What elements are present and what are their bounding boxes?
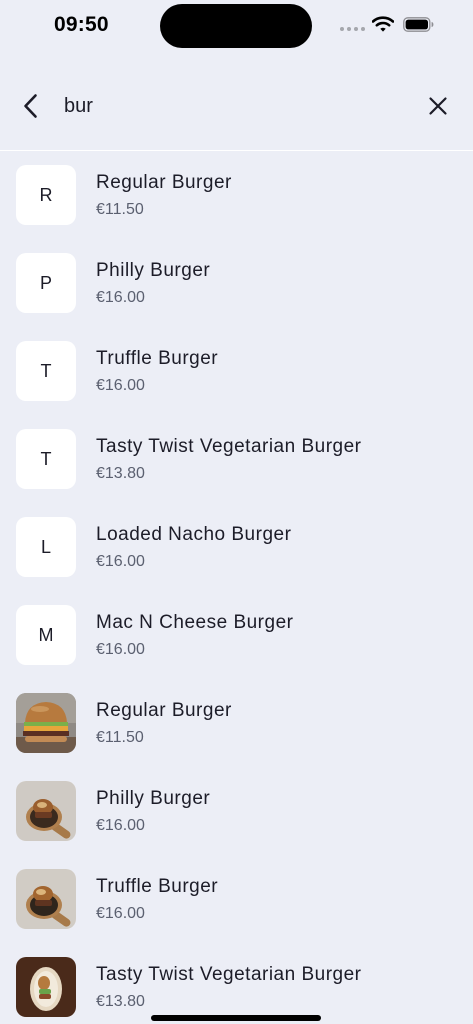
item-price: €16.00 xyxy=(96,905,145,922)
item-price: €16.00 xyxy=(96,553,145,570)
result-item[interactable]: P Philly Burger €16.00 xyxy=(0,240,473,328)
search-screen: 09:50 R Regular Burger xyxy=(0,0,473,1024)
result-item[interactable]: Regular Burger €11.50 xyxy=(0,680,473,768)
item-price: €13.80 xyxy=(96,993,145,1010)
item-price: €16.00 xyxy=(96,289,145,306)
signal-icon xyxy=(340,27,365,31)
result-item[interactable]: R Regular Burger €11.50 xyxy=(0,152,473,240)
item-initial-tile: P xyxy=(16,253,76,313)
clear-search-button[interactable] xyxy=(424,92,452,120)
item-initial-tile: T xyxy=(16,341,76,401)
item-name: Philly Burger xyxy=(96,788,211,809)
battery-icon xyxy=(403,17,434,32)
item-name: Mac N Cheese Burger xyxy=(96,612,294,633)
item-name: Tasty Twist Vegetarian Burger xyxy=(96,964,362,985)
item-name: Tasty Twist Vegetarian Burger xyxy=(96,436,362,457)
item-price: €11.50 xyxy=(96,201,144,218)
item-initial-tile: T xyxy=(16,429,76,489)
search-bar xyxy=(0,72,473,140)
result-item[interactable]: L Loaded Nacho Burger €16.00 xyxy=(0,504,473,592)
item-initial-tile: L xyxy=(16,517,76,577)
search-results: R Regular Burger €11.50 P Philly Burger … xyxy=(0,152,473,1024)
burger-board-photo xyxy=(16,781,76,841)
item-price: €13.80 xyxy=(96,465,145,482)
item-name: Truffle Burger xyxy=(96,348,219,369)
item-initial-tile: M xyxy=(16,605,76,665)
status-bar: 09:50 xyxy=(0,0,473,52)
item-price: €11.50 xyxy=(96,729,144,746)
result-item[interactable]: Tasty Twist Vegetarian Burger €13.80 xyxy=(0,944,473,1024)
item-name: Regular Burger xyxy=(96,700,232,721)
item-price: €16.00 xyxy=(96,817,145,834)
result-item[interactable]: T Truffle Burger €16.00 xyxy=(0,328,473,416)
result-item[interactable]: Philly Burger €16.00 xyxy=(0,768,473,856)
back-button[interactable] xyxy=(16,90,46,122)
search-input[interactable] xyxy=(64,90,404,122)
item-name: Loaded Nacho Burger xyxy=(96,524,292,545)
veg-burger-photo xyxy=(16,957,76,1017)
burger-photo xyxy=(16,693,76,753)
item-name: Truffle Burger xyxy=(96,876,219,897)
item-name: Philly Burger xyxy=(96,260,211,281)
item-price: €16.00 xyxy=(96,641,145,658)
result-item[interactable]: M Mac N Cheese Burger €16.00 xyxy=(0,592,473,680)
status-time: 09:50 xyxy=(54,13,109,36)
item-name: Regular Burger xyxy=(96,172,232,193)
wifi-icon xyxy=(372,16,394,32)
home-indicator[interactable] xyxy=(151,1015,321,1021)
item-initial-tile: R xyxy=(16,165,76,225)
item-price: €16.00 xyxy=(96,377,145,394)
chevron-left-icon xyxy=(24,94,37,118)
result-item[interactable]: T Tasty Twist Vegetarian Burger €13.80 xyxy=(0,416,473,504)
burger-board-photo xyxy=(16,869,76,929)
result-item[interactable]: Truffle Burger €16.00 xyxy=(0,856,473,944)
dynamic-island xyxy=(160,4,312,48)
close-icon xyxy=(429,97,447,115)
header-divider xyxy=(0,150,473,151)
